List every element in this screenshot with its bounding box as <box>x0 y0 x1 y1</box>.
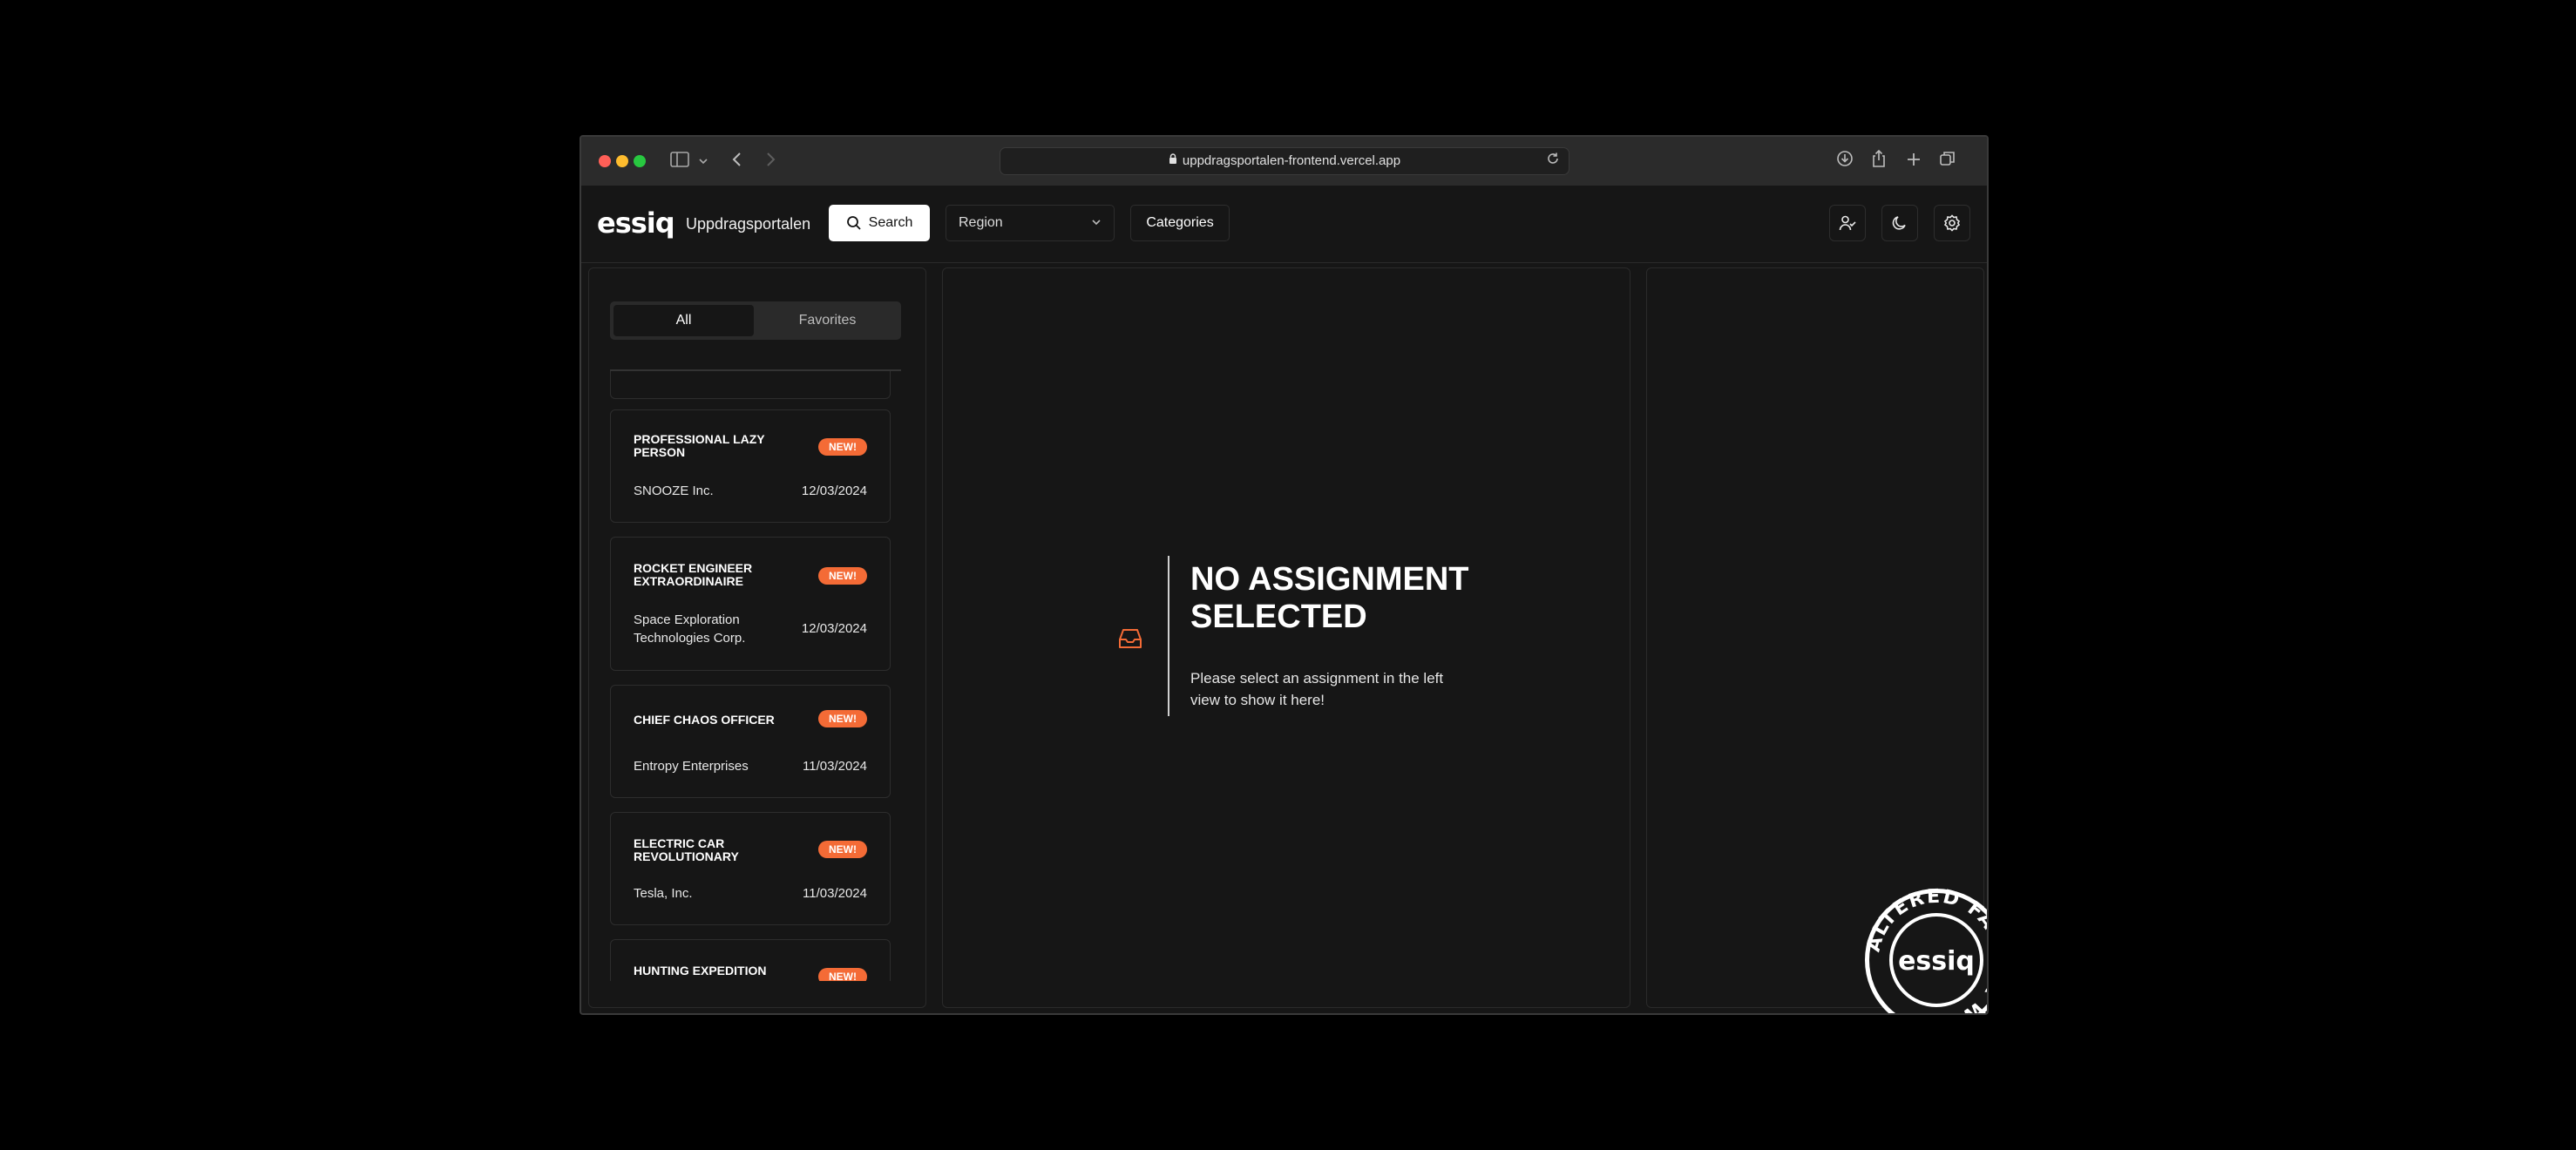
browser-window: uppdragsportalen-frontend.vercel.app ess… <box>580 135 1989 1015</box>
user-button[interactable] <box>1829 205 1866 241</box>
chevron-down-icon[interactable] <box>698 149 708 173</box>
app-name: Uppdragsportalen <box>686 215 811 233</box>
assignment-card[interactable]: HUNTING EXPEDITION NEW! <box>610 939 891 981</box>
brand-logo[interactable]: essiq <box>597 206 675 240</box>
region-select-label: Region <box>959 215 1003 230</box>
list-item[interactable] <box>610 371 891 399</box>
maximize-window-button[interactable] <box>634 155 646 167</box>
categories-button-label: Categories <box>1146 215 1214 230</box>
tab-favorites[interactable]: Favorites <box>757 305 898 336</box>
user-check-icon <box>1839 215 1856 231</box>
back-icon[interactable] <box>731 149 743 173</box>
region-select[interactable]: Region <box>946 205 1115 241</box>
assignment-company: Entropy Enterprises <box>634 759 749 774</box>
theme-toggle-button[interactable] <box>1881 205 1918 241</box>
assignment-company: Tesla, Inc. <box>634 886 693 901</box>
new-tab-icon[interactable] <box>1906 149 1922 173</box>
browser-toolbar: uppdragsportalen-frontend.vercel.app <box>581 137 1987 186</box>
minimize-window-button[interactable] <box>616 155 628 167</box>
empty-state-title: NO ASSIGNMENT SELECTED <box>1190 561 1469 635</box>
assignment-title: ROCKET ENGINEER EXTRAORDINAIRE <box>634 561 753 588</box>
assignment-date: 11/03/2024 <box>803 759 867 774</box>
assignment-company: SNOOZE Inc. <box>634 484 714 498</box>
assignment-list-panel: All Favorites PROFESSIONAL LAZY PERSON N… <box>588 267 926 1008</box>
assignment-card[interactable]: PROFESSIONAL LAZY PERSON NEW! SNOOZE Inc… <box>610 409 891 523</box>
url-text: uppdragsportalen-frontend.vercel.app <box>1182 153 1401 168</box>
chevron-down-icon <box>1091 213 1102 235</box>
new-badge: NEW! <box>818 567 867 585</box>
empty-state-description: Please select an assignment in the left … <box>1190 670 1444 708</box>
tab-overview-icon[interactable] <box>1939 149 1956 173</box>
sidebar-toggle-icon[interactable] <box>670 149 689 173</box>
inbox-icon <box>1117 626 1143 652</box>
assignment-detail-panel: NO ASSIGNMENT SELECTED Please select an … <box>942 267 1630 1008</box>
moon-icon <box>1892 216 1906 230</box>
new-badge: NEW! <box>818 438 867 456</box>
app-header: essiq Uppdragsportalen Search Region Cat… <box>581 186 1987 263</box>
stamp-logo: essiq <box>1898 946 1975 977</box>
share-icon[interactable] <box>1871 149 1887 174</box>
search-button[interactable]: Search <box>829 205 930 241</box>
list-filter-tabs: All Favorites <box>610 301 901 340</box>
assignment-title: PROFESSIONAL LAZY PERSON <box>634 432 765 459</box>
lock-icon <box>1169 153 1177 166</box>
tab-all[interactable]: All <box>613 305 754 336</box>
search-button-label: Search <box>868 215 913 230</box>
assignment-title: ELECTRIC CAR REVOLUTIONARY <box>634 836 739 863</box>
address-bar[interactable]: uppdragsportalen-frontend.vercel.app <box>1000 147 1569 175</box>
assignment-date: 12/03/2024 <box>801 621 867 636</box>
settings-icon <box>1943 214 1961 232</box>
assignment-date: 12/03/2024 <box>801 484 867 498</box>
assignment-card[interactable]: ROCKET ENGINEER EXTRAORDINAIRE NEW! Spac… <box>610 537 891 671</box>
assignment-date: 11/03/2024 <box>803 886 867 901</box>
categories-button[interactable]: Categories <box>1130 205 1230 241</box>
close-window-button[interactable] <box>599 155 611 167</box>
assignment-title: HUNTING EXPEDITION <box>634 964 767 978</box>
new-badge: NEW! <box>818 968 867 981</box>
assignment-title: CHIEF CHAOS OFFICER <box>634 713 775 727</box>
assignment-card[interactable]: ELECTRIC CAR REVOLUTIONARY NEW! Tesla, I… <box>610 812 891 925</box>
download-icon[interactable] <box>1836 149 1854 173</box>
new-badge: NEW! <box>818 841 867 858</box>
search-icon <box>846 216 861 230</box>
settings-button[interactable] <box>1934 205 1970 241</box>
forward-icon[interactable] <box>764 149 776 173</box>
assignment-card[interactable]: CHIEF CHAOS OFFICER NEW! Entropy Enterpr… <box>610 685 891 798</box>
new-badge: NEW! <box>818 710 867 727</box>
assignment-company: Space Exploration Technologies Corp. <box>634 612 746 646</box>
reload-icon[interactable] <box>1546 152 1560 170</box>
assignment-list[interactable]: PROFESSIONAL LAZY PERSON NEW! SNOOZE Inc… <box>610 371 891 981</box>
empty-state-divider <box>1168 556 1169 716</box>
essiq-stamp: ALTERED FACTOR WE essiq <box>1862 886 1987 1013</box>
